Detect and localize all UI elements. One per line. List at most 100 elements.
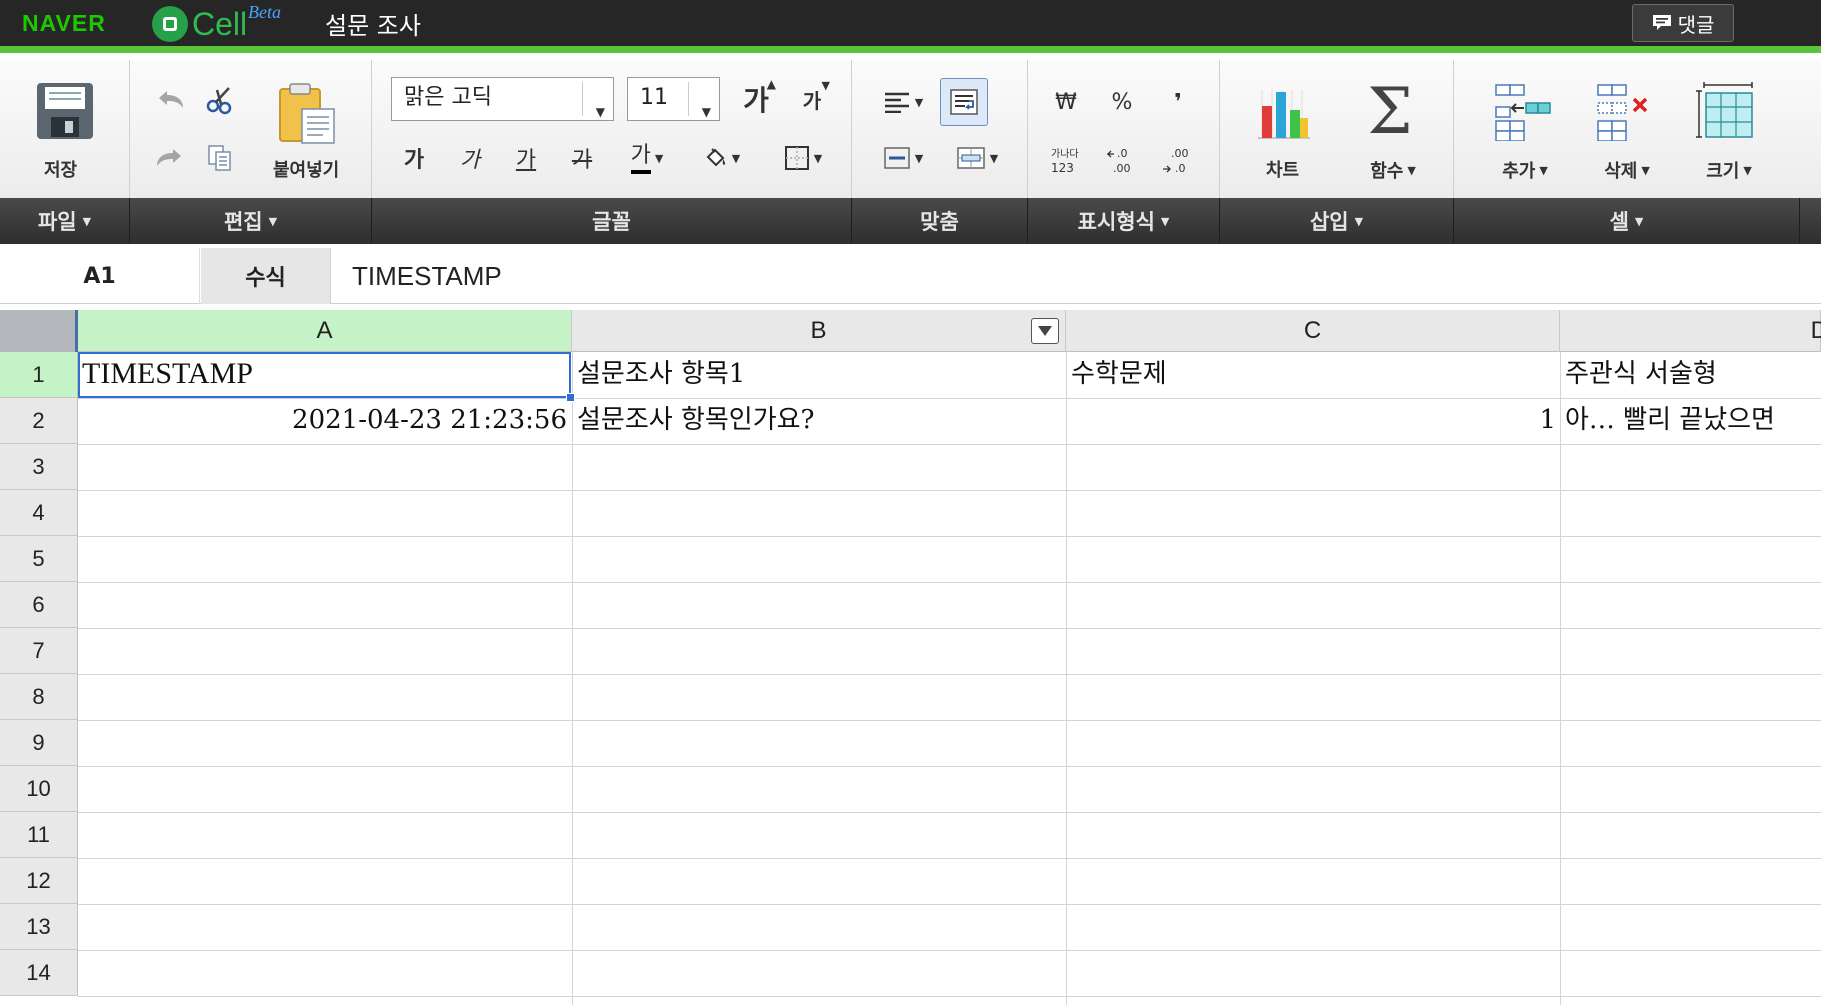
formula-input[interactable]: TIMESTAMP — [352, 248, 502, 304]
font-color-button[interactable]: 가 ▼ — [618, 136, 676, 180]
increase-decimal-button[interactable]: .0.00 — [1100, 138, 1144, 182]
cells-menu[interactable]: 셀 ▼ — [1454, 198, 1800, 244]
row-header-9[interactable]: 9 — [0, 720, 78, 766]
font-color-icon: 가 — [630, 142, 651, 174]
shrink-font-button[interactable]: 가 ▼ — [790, 77, 834, 121]
row-header-2[interactable]: 2 — [0, 398, 78, 444]
font-size-select[interactable]: 11 ▼ — [627, 77, 720, 121]
insert-cells-menu[interactable]: 추가 ▼ — [1492, 156, 1558, 184]
horizontal-align-button[interactable]: ▼ — [872, 80, 934, 124]
gridline — [78, 996, 1821, 997]
row-header-7[interactable]: 7 — [0, 628, 78, 674]
fill-handle[interactable] — [566, 393, 575, 402]
delete-cells-label: 삭제 — [1604, 161, 1638, 182]
cell-b1[interactable]: 설문조사 항목1 — [577, 352, 1063, 398]
cell-b2[interactable]: 설문조사 항목인가요? — [577, 398, 1063, 444]
underline-button[interactable]: 가 — [506, 136, 546, 180]
decrease-decimal-button[interactable]: .00.0 — [1156, 138, 1200, 182]
floppy-disk-icon — [37, 83, 93, 139]
copy-button[interactable] — [202, 140, 238, 176]
cell-logo[interactable]: Cell — [152, 6, 247, 42]
row-header-4[interactable]: 4 — [0, 490, 78, 536]
comma-format-button[interactable]: ❜ — [1156, 80, 1200, 124]
function-menu[interactable]: 함수 ▼ — [1358, 156, 1428, 184]
active-cell-selection[interactable] — [78, 352, 575, 402]
align-menu[interactable]: 맞춤 — [852, 198, 1028, 244]
shrink-font-icon: 가 — [802, 88, 822, 113]
insert-cells-button[interactable] — [1490, 80, 1554, 142]
select-all-corner[interactable] — [0, 310, 78, 352]
row-header-10[interactable]: 10 — [0, 766, 78, 812]
wrap-text-button[interactable] — [940, 78, 988, 126]
file-menu[interactable]: 파일 ▼ — [0, 198, 130, 244]
delete-cells-menu[interactable]: 삭제 ▼ — [1594, 156, 1660, 184]
delete-cells-button[interactable] — [1592, 80, 1656, 142]
number-format-button[interactable]: 가나다 123 — [1044, 138, 1088, 182]
cell-c2[interactable]: 1 — [1068, 398, 1556, 444]
redo-button[interactable] — [152, 140, 188, 176]
column-header-a[interactable]: A — [78, 310, 572, 352]
cell-a2[interactable]: 2021-04-23 21:23:56 — [80, 398, 567, 444]
italic-button[interactable]: 가 — [450, 136, 490, 180]
undo-button[interactable] — [152, 82, 188, 118]
font-menu[interactable]: 글꼴 — [372, 198, 852, 244]
row-header-6[interactable]: 6 — [0, 582, 78, 628]
row-header-5[interactable]: 5 — [0, 536, 78, 582]
cell-c1[interactable]: 수학문제 — [1071, 352, 1557, 398]
formula-label: 수식 — [201, 248, 331, 304]
function-button[interactable]: Σ — [1358, 75, 1422, 149]
comment-button[interactable]: 댓글 — [1632, 4, 1734, 42]
paste-button[interactable] — [272, 80, 342, 148]
number-format-menu[interactable]: 표시형식 ▼ — [1028, 198, 1220, 244]
align-middle-icon — [884, 147, 910, 169]
row-header-1[interactable]: 1 — [0, 352, 78, 398]
cell-size-button[interactable] — [1694, 80, 1758, 142]
percent-format-button[interactable]: % — [1100, 80, 1144, 124]
border-button[interactable]: ▼ — [772, 136, 834, 180]
accent-line — [0, 46, 1821, 53]
svg-text:.00: .00 — [1171, 147, 1189, 160]
insert-menu[interactable]: 삽입 ▼ — [1220, 198, 1454, 244]
column-header-c[interactable]: C — [1066, 310, 1560, 352]
insert-cells-label: 추가 — [1502, 161, 1536, 182]
filter-dropdown-button[interactable] — [1031, 318, 1059, 344]
document-title[interactable]: 설문 조사 — [325, 6, 421, 41]
cell-d2[interactable]: 아… 빨리 끝났으면 — [1565, 398, 1821, 444]
comment-icon — [1652, 15, 1671, 30]
align-left-icon — [884, 92, 909, 113]
naver-logo[interactable]: NAVER — [22, 10, 106, 37]
number-format-menu-label: 표시형식 — [1077, 210, 1155, 234]
font-family-select[interactable]: 맑은 고딕 ▼ — [391, 77, 614, 121]
row-header-14[interactable]: 14 — [0, 950, 78, 996]
cell-size-menu[interactable]: 크기 ▼ — [1696, 156, 1762, 184]
strikethrough-button[interactable]: 가 — [562, 136, 602, 180]
row-header-3[interactable]: 3 — [0, 444, 78, 490]
merge-cells-button[interactable]: ▼ — [946, 136, 1008, 180]
fill-color-button[interactable]: ▼ — [690, 136, 752, 180]
insert-menu-label: 삽입 — [1309, 210, 1349, 234]
row-header-13[interactable]: 13 — [0, 904, 78, 950]
filter-dropdown-icon — [1038, 326, 1052, 336]
cell-d1[interactable]: 주관식 서술형 — [1565, 352, 1821, 398]
edit-menu[interactable]: 편집 ▼ — [130, 198, 372, 244]
grow-font-button[interactable]: 가 ▲ — [734, 77, 778, 121]
bold-button[interactable]: 가 — [394, 136, 434, 180]
chart-button[interactable] — [1252, 80, 1316, 144]
row-header-12[interactable]: 12 — [0, 858, 78, 904]
vertical-align-button[interactable]: ▼ — [872, 136, 934, 180]
currency-format-button[interactable]: ₩ — [1044, 80, 1088, 124]
gridline — [78, 674, 1821, 675]
column-header-b[interactable]: B — [572, 310, 1066, 352]
increase-decimal-icon: .0.00 — [1107, 147, 1131, 175]
row-header-11[interactable]: 11 — [0, 812, 78, 858]
svg-text:.0: .0 — [1175, 162, 1186, 175]
name-box[interactable]: A1 — [0, 248, 200, 304]
column-header-d[interactable]: D — [1560, 310, 1821, 352]
function-label: 함수 — [1370, 161, 1404, 182]
delete-cells-icon — [1597, 84, 1648, 141]
row-header-8[interactable]: 8 — [0, 674, 78, 720]
save-button[interactable] — [32, 80, 98, 142]
cut-button[interactable] — [202, 82, 238, 118]
chevron-down-icon: ▼ — [595, 105, 605, 119]
gridline — [1560, 352, 1561, 1005]
